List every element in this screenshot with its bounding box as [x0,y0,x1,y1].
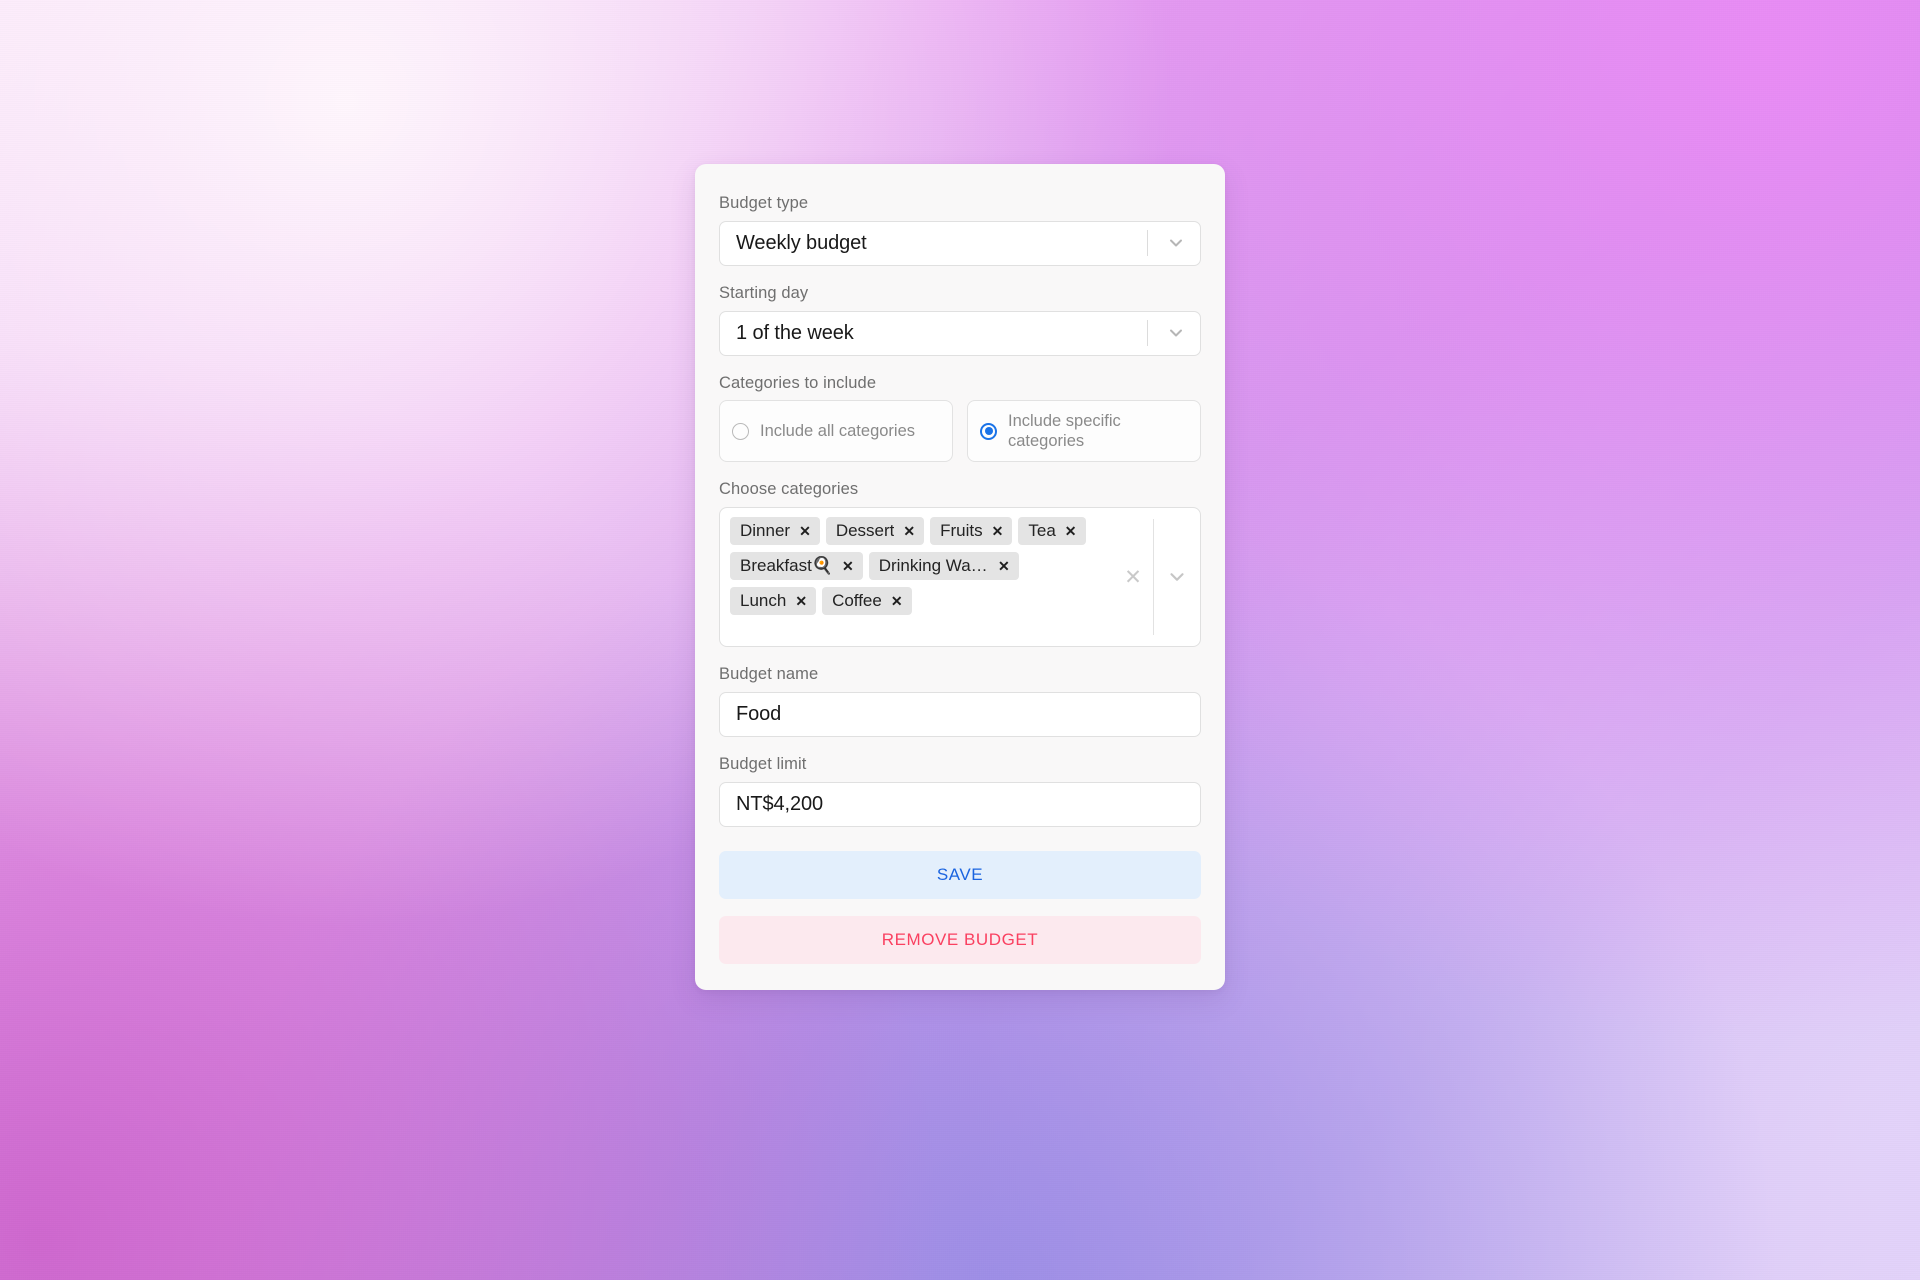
category-chip-label: Drinking Wat… [878,556,989,576]
radio-label: Include all categories [760,422,916,440]
budget-type-select[interactable]: Weekly budget [719,220,1201,266]
save-button[interactable]: SAVE [719,850,1201,899]
category-chip[interactable]: Breakfast🍳 ✕ [730,552,863,581]
close-icon[interactable]: ✕ [998,559,1010,573]
select-divider [1147,320,1148,347]
category-chip-label: Dessert [835,521,895,541]
category-chip-label: Coffee [832,591,882,611]
budget-name-input[interactable]: Food [719,691,1201,737]
category-chip-label: Tea [1028,521,1056,541]
select-divider [1147,230,1148,257]
budget-limit-group: Budget limit NT$4,200 [719,755,1201,827]
categories-to-include-options: Include all categories Include specific … [719,400,1201,463]
close-icon[interactable]: ✕ [1065,524,1077,538]
close-icon[interactable]: ✕ [799,524,811,538]
budget-name-group: Budget name Food [719,665,1201,737]
category-chip-label: Dinner [740,521,791,541]
remove-budget-button[interactable]: REMOVE BUDGET [719,915,1201,964]
starting-day-select[interactable]: 1 of the week [719,310,1201,356]
category-chip-label: Fruits [940,521,983,541]
chevron-down-icon[interactable] [1154,323,1198,343]
chevron-down-icon[interactable] [1154,233,1198,253]
budget-name-label: Budget name [719,665,819,684]
radio-indicator-off [732,422,749,440]
close-icon[interactable]: ✕ [795,594,807,608]
radio-include-all-categories[interactable]: Include all categories [719,400,953,463]
category-chip[interactable]: Lunch ✕ [730,587,817,616]
category-chip[interactable]: Drinking Wat… ✕ [868,552,1019,581]
close-icon[interactable]: ✕ [992,524,1004,538]
budget-type-value: Weekly budget [736,231,867,254]
radio-include-specific-categories[interactable]: Include specific categories [967,400,1201,463]
selected-category-chips: Dinner ✕ Dessert ✕ Fruits ✕ Tea ✕ Breakfast🍳 ✕ Dri… [730,517,1113,637]
close-icon[interactable]: ✕ [903,524,915,538]
category-chip[interactable]: Fruits ✕ [930,517,1013,546]
starting-day-label: Starting day [719,283,809,302]
category-chip[interactable]: Coffee ✕ [822,587,912,616]
category-chip[interactable]: Dinner ✕ [730,517,820,546]
category-chip[interactable]: Tea ✕ [1018,517,1086,546]
budget-settings-card: Budget type Weekly budget Starting day 1… [695,164,1225,990]
choose-categories-group: Choose categories Dinner ✕ Dessert ✕ Fruits ✕… [719,480,1201,648]
budget-limit-input[interactable]: NT$4,200 [719,781,1201,827]
multiselect-controls: ✕ [1113,517,1200,637]
close-icon[interactable]: ✕ [891,594,903,608]
close-icon[interactable]: ✕ [842,559,854,573]
categories-to-include-label: Categories to include [719,373,877,392]
category-chip-label: Lunch [740,591,787,611]
clear-all-icon[interactable]: ✕ [1113,565,1153,590]
chevron-down-icon[interactable] [1154,566,1200,588]
category-chip-label: Breakfast🍳 [740,556,833,576]
starting-day-value: 1 of the week [736,321,854,344]
budget-name-value: Food [736,702,782,725]
starting-day-group: Starting day 1 of the week [719,284,1201,356]
budget-type-label: Budget type [719,194,809,212]
budget-limit-value: NT$4,200 [736,792,824,815]
choose-categories-multiselect[interactable]: Dinner ✕ Dessert ✕ Fruits ✕ Tea ✕ Breakfast🍳 ✕ Dri… [719,507,1201,648]
radio-label: Include specific categories [1008,411,1121,451]
radio-indicator-on [980,422,997,440]
choose-categories-label: Choose categories [719,480,859,499]
budget-type-group: Budget type Weekly budget [719,194,1201,266]
budget-limit-label: Budget limit [719,754,807,773]
categories-to-include-group: Categories to include Include all catego… [719,374,1201,463]
category-chip[interactable]: Dessert ✕ [825,517,925,546]
